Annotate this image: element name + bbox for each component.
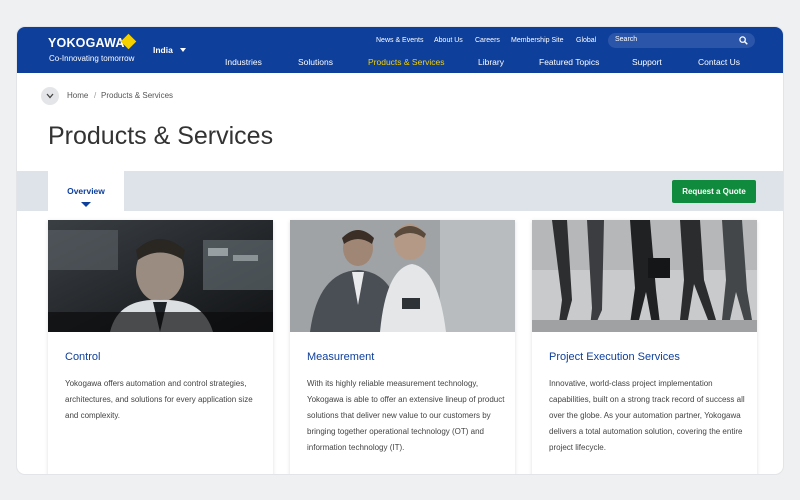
util-link-membership-site[interactable]: Membership Site [511,37,564,44]
measurement-photo[interactable] [290,220,515,332]
breadcrumb-separator: / [94,91,97,100]
chevron-down-icon[interactable] [180,48,186,52]
search-icon[interactable] [739,36,748,45]
card-title-project-execution[interactable]: Project Execution Services [549,351,680,363]
util-link-global[interactable]: Global [576,37,596,44]
util-link-about-us[interactable]: About Us [434,37,463,44]
card-title-measurement[interactable]: Measurement [307,351,374,363]
nav-industries[interactable]: Industries [225,57,262,67]
yokogawa-logo[interactable]: YOKOGAWA [48,36,125,50]
nav-products-services[interactable]: Products & Services [368,57,445,67]
site-header: YOKOGAWA Co-Innovating tomorrow India Ne… [17,27,783,73]
card-description: With its highly reliable measurement tec… [307,379,505,452]
browser-page: YOKOGAWA Co-Innovating tomorrow India Ne… [17,27,783,474]
page-title: Products & Services [48,122,274,150]
product-card-control[interactable]: Control Yokogawa offers automation and c… [48,220,273,474]
tabs-bar [17,171,783,211]
nav-library[interactable]: Library [478,57,504,67]
search-placeholder: Search [615,36,638,43]
breadcrumb-current: Products & Services [101,91,174,100]
util-link-careers[interactable]: Careers [475,37,500,44]
region-selector[interactable]: India [153,45,173,55]
nav-featured-topics[interactable]: Featured Topics [539,57,599,67]
product-card-project-execution[interactable]: Project Execution Services Innovative, w… [532,220,757,474]
request-quote-button[interactable]: Request a Quote [672,180,756,203]
project-team-walking-photo[interactable] [532,220,757,332]
active-tab-indicator-icon [81,202,91,207]
search-input[interactable]: Search [608,33,755,48]
breadcrumb-home[interactable]: Home [67,91,88,100]
nav-solutions[interactable]: Solutions [298,57,333,67]
tab-overview-label: Overview [67,186,105,196]
util-link-news-events[interactable]: News & Events [376,37,423,44]
card-title-control[interactable]: Control [65,351,100,363]
logo-tagline: Co-Innovating tomorrow [49,54,135,63]
nav-support[interactable]: Support [632,57,662,67]
card-description: Innovative, world-class project implemen… [549,379,745,452]
breadcrumb-toggle-button[interactable] [41,87,59,105]
nav-contact-us[interactable]: Contact Us [698,57,740,67]
chevron-down-icon [46,93,54,99]
product-card-measurement[interactable]: Measurement With its highly reliable mea… [290,220,515,474]
card-description: Yokogawa offers automation and control s… [65,379,253,420]
control-room-photo[interactable] [48,220,273,332]
tab-overview[interactable]: Overview [48,171,124,213]
